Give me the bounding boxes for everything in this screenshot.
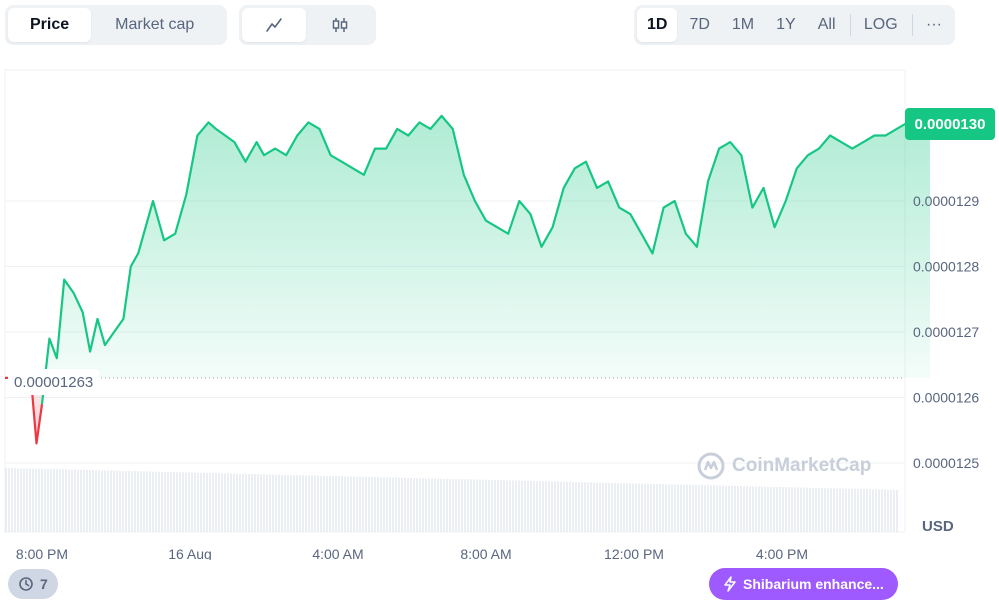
x-tick-label: 8:00 AM — [460, 546, 511, 560]
coinmarketcap-watermark: CoinMarketCap — [696, 451, 871, 481]
metric-toggle: Price Market cap — [5, 5, 227, 45]
range-1m[interactable]: 1M — [722, 8, 764, 42]
y-tick-label: 0.0000126 — [913, 390, 979, 406]
x-tick-label: 4:00 PM — [756, 546, 808, 560]
currency-label: USD — [922, 518, 954, 535]
range-1d[interactable]: 1D — [637, 8, 678, 42]
history-count: 7 — [40, 576, 48, 592]
news-pill[interactable]: Shibarium enhance... — [709, 568, 898, 600]
more-options-button[interactable]: ··· — [916, 8, 952, 42]
watermark-text: CoinMarketCap — [732, 455, 872, 476]
price-area-up — [42, 109, 930, 405]
y-tick-label: 0.0000128 — [913, 259, 979, 275]
log-scale-button[interactable]: LOG — [854, 8, 908, 42]
chart-type-toggle — [239, 5, 376, 45]
baseline-price-label: 0.00001263 — [8, 369, 100, 395]
y-tick-label: 0.0000129 — [913, 193, 979, 209]
price-series — [5, 108, 931, 445]
x-tick-label: 4:00 AM — [312, 546, 363, 560]
x-tick-label: 8:00 PM — [16, 546, 68, 560]
range-all[interactable]: All — [808, 8, 846, 42]
history-icon — [19, 577, 33, 591]
line-chart-icon — [266, 18, 282, 32]
current-price-tag: 0.0000130 — [905, 108, 995, 140]
y-tick-label: 0.0000125 — [913, 455, 979, 471]
candlestick-button[interactable] — [308, 8, 372, 42]
history-button[interactable]: 7 — [8, 569, 58, 599]
lightning-icon — [724, 576, 736, 592]
x-axis: 8:00 PM 16 Aug 4:00 AM 8:00 AM 12:00 PM 4:00 … — [16, 546, 808, 560]
x-tick-label: 12:00 PM — [604, 546, 664, 560]
candlestick-icon — [332, 18, 348, 32]
time-range-toggle: 1D 7D 1M 1Y All LOG ··· — [634, 5, 955, 45]
x-tick-label: 16 Aug — [168, 546, 212, 560]
news-pill-text: Shibarium enhance... — [743, 576, 884, 592]
price-chart[interactable]: 0.0000125 0.0000126 0.0000127 0.0000128 0.00… — [0, 60, 999, 560]
tab-market-cap[interactable]: Market cap — [93, 8, 216, 42]
coinmarketcap-logo-icon — [697, 452, 725, 480]
range-7d[interactable]: 7D — [679, 8, 719, 42]
y-tick-label: 0.0000127 — [913, 324, 979, 340]
range-1y[interactable]: 1Y — [766, 8, 806, 42]
line-chart-button[interactable] — [242, 8, 306, 42]
tab-price[interactable]: Price — [8, 8, 92, 42]
